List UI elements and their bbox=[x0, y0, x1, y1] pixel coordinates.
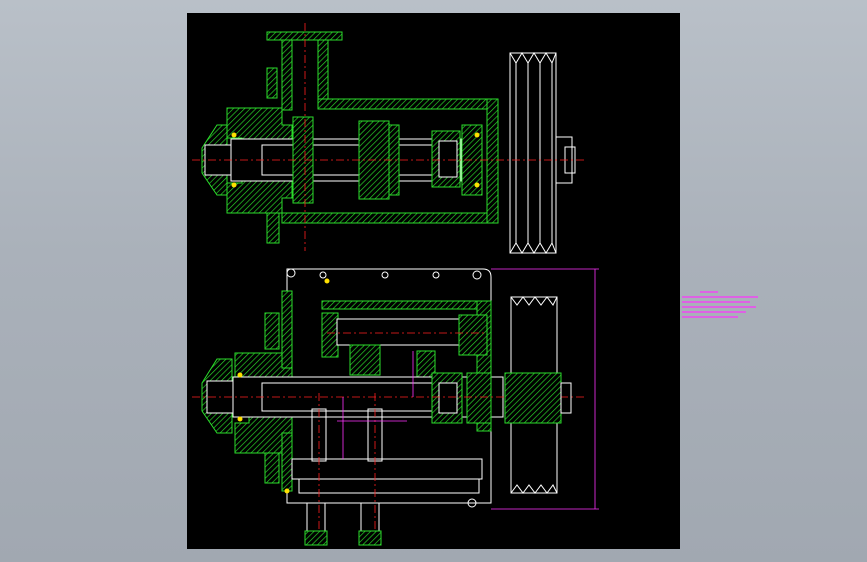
gearbox-assembly-drawing bbox=[192, 23, 599, 546]
bolt-marker bbox=[237, 416, 243, 422]
upper-bearing-right bbox=[458, 314, 488, 356]
left-foot bbox=[304, 530, 328, 546]
left-leg bbox=[306, 502, 326, 532]
corner-hole bbox=[286, 268, 296, 278]
right-foot bbox=[358, 530, 382, 546]
lower-mount-lug bbox=[266, 212, 280, 244]
front-upper-lug bbox=[264, 312, 280, 350]
cad-drawing-canvas[interactable] bbox=[187, 13, 680, 549]
front-section-view bbox=[192, 268, 599, 546]
housing-right-wall bbox=[486, 98, 499, 224]
bolt-marker bbox=[231, 132, 237, 138]
housing-top-wall bbox=[317, 98, 499, 110]
corner-hole bbox=[381, 271, 389, 279]
right-leg bbox=[360, 502, 380, 532]
upper-shaft-outline bbox=[336, 318, 468, 346]
corner-hole bbox=[472, 270, 482, 280]
v-belt-pulley-top bbox=[509, 52, 576, 254]
upper-mount-lug bbox=[266, 67, 278, 99]
pipe-wall-left bbox=[281, 39, 293, 111]
bolt-marker bbox=[324, 278, 330, 284]
top-flange bbox=[266, 31, 343, 41]
front-right-bearing bbox=[466, 372, 492, 424]
v-belt-pulley-front bbox=[504, 296, 572, 494]
lower-base-plate bbox=[298, 478, 480, 494]
lower-gear-a bbox=[349, 344, 381, 376]
bolt-marker bbox=[231, 182, 237, 188]
note-block-outside bbox=[682, 291, 758, 318]
pipe-wall-right bbox=[317, 39, 329, 101]
bolt-marker bbox=[474, 132, 480, 138]
housing-bottom-wall bbox=[281, 212, 499, 224]
bolt-marker bbox=[474, 182, 480, 188]
lower-rod-housing bbox=[291, 458, 483, 480]
upper-bearing-left bbox=[321, 312, 339, 358]
front-coupling-bore bbox=[438, 382, 458, 414]
corner-hole bbox=[319, 271, 327, 279]
top-view bbox=[192, 23, 587, 254]
corner-hole bbox=[432, 271, 440, 279]
bolt-marker bbox=[284, 488, 290, 494]
upper-plate bbox=[321, 300, 483, 310]
front-lower-lug bbox=[264, 452, 280, 484]
bolt-marker bbox=[237, 372, 243, 378]
coupling-bore bbox=[438, 140, 458, 178]
